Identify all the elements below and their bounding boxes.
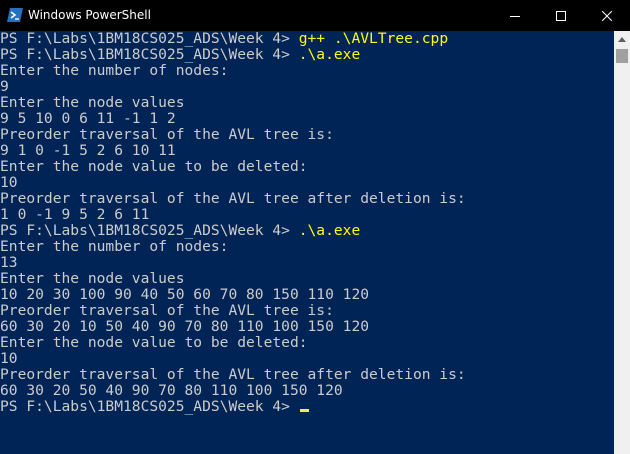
output-line: 9 — [0, 78, 9, 95]
prompt-text: PS F:\Labs\1BM18CS025_ADS\Week 4> — [0, 222, 299, 239]
prompt-text: PS F:\Labs\1BM18CS025_ADS\Week 4> — [0, 398, 299, 415]
output-line: 9 5 10 0 6 11 -1 1 2 — [0, 110, 176, 127]
command-text: g++ .\AVLTree.cpp — [298, 31, 449, 47]
prompt-text: PS F:\Labs\1BM18CS025_ADS\Week 4> — [0, 46, 299, 63]
console-output[interactable]: PS F:\Labs\1BM18CS025_ADS\Week 4> g++ .\… — [0, 31, 614, 454]
scroll-up-button[interactable] — [614, 31, 630, 48]
vertical-scrollbar[interactable] — [614, 31, 630, 454]
output-line: Preorder traversal of the AVL tree after… — [0, 190, 466, 207]
output-line: Preorder traversal of the AVL tree after… — [0, 366, 466, 383]
output-line: Enter the node value to be deleted: — [0, 334, 308, 351]
output-line: Enter the node values — [0, 270, 185, 287]
output-line: 13 — [0, 254, 18, 271]
output-line: 10 20 30 100 90 40 50 60 70 80 150 110 1… — [0, 286, 370, 303]
close-icon — [602, 10, 612, 21]
output-line: 10 — [0, 350, 18, 367]
minimize-icon — [510, 15, 520, 17]
minimize-button[interactable] — [492, 0, 538, 31]
maximize-button[interactable] — [538, 0, 584, 31]
output-line: 10 — [0, 174, 18, 191]
close-button[interactable] — [584, 0, 630, 31]
output-line: Enter the node value to be deleted: — [0, 158, 308, 175]
text-cursor — [299, 409, 309, 412]
output-line: 1 0 -1 9 5 2 6 11 — [0, 206, 150, 223]
output-line: Enter the node values — [0, 94, 185, 111]
prompt-line: PS F:\Labs\1BM18CS025_ADS\Week 4> — [0, 399, 614, 415]
output-line: Enter the number of nodes: — [0, 238, 229, 255]
scrollbar-thumb[interactable] — [616, 49, 628, 63]
prompt-line: PS F:\Labs\1BM18CS025_ADS\Week 4> g++ .\… — [0, 31, 614, 47]
powershell-icon — [7, 8, 23, 22]
prompt-line: PS F:\Labs\1BM18CS025_ADS\Week 4> .\a.ex… — [0, 47, 614, 63]
output-line: 60 30 20 50 40 90 70 80 110 100 150 120 — [0, 382, 343, 399]
window-title: Windows PowerShell — [28, 8, 151, 22]
maximize-icon — [556, 10, 566, 21]
output-line: 60 30 20 10 50 40 90 70 80 110 100 150 1… — [0, 318, 370, 335]
chevron-up-icon — [618, 37, 626, 42]
output-line: Preorder traversal of the AVL tree is: — [0, 302, 334, 319]
prompt-text: PS F:\Labs\1BM18CS025_ADS\Week 4> — [0, 31, 299, 47]
command-text: .\a.exe — [298, 222, 361, 239]
output-line: 9 1 0 -1 5 2 6 10 11 — [0, 142, 176, 159]
title-bar[interactable]: Windows PowerShell — [0, 0, 630, 31]
powershell-window: Windows PowerShell PS F:\Labs\1BM18CS025… — [0, 0, 630, 454]
command-text: .\a.exe — [298, 46, 361, 63]
output-line: Preorder traversal of the AVL tree is: — [0, 126, 334, 143]
prompt-line: PS F:\Labs\1BM18CS025_ADS\Week 4> .\a.ex… — [0, 223, 614, 239]
output-line: Enter the number of nodes: — [0, 62, 229, 79]
